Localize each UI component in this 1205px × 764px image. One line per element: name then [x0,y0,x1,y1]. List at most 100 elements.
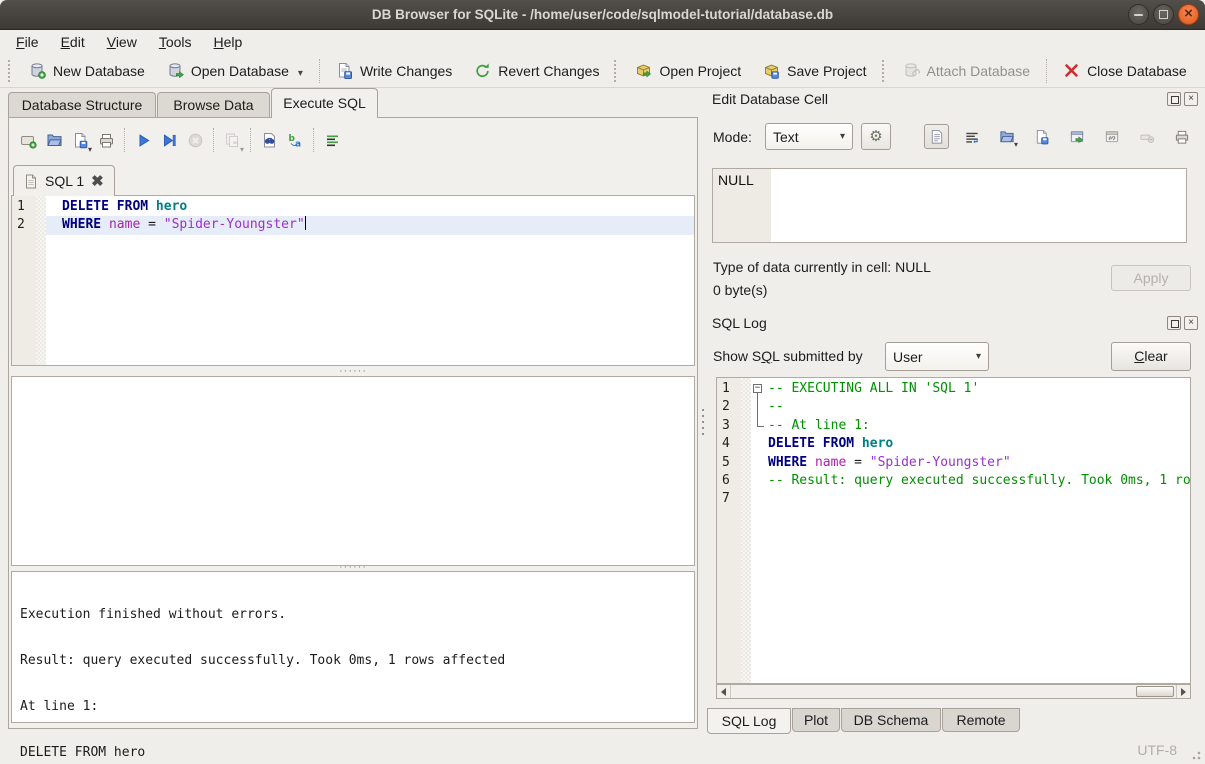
log-line: 6-- Result: query executed successfully.… [717,472,1190,490]
clear-log-button[interactable]: Clear [1111,342,1191,371]
float-panel-icon[interactable] [1167,316,1181,330]
project-open-icon [635,62,652,79]
fold-line [757,417,758,426]
cell-value-editor[interactable]: NULL [712,168,1187,243]
fold-cell [36,216,46,234]
dock-splitter[interactable] [700,117,706,729]
word-wrap-button[interactable] [319,126,345,154]
save-project-button[interactable]: Save Project [752,58,877,83]
sql-log-header-buttons: × [1167,316,1198,330]
editor-line-current[interactable]: 2WHERE name = "Spider-Youngster" [12,216,694,234]
code-token: "Spider-Youngster" [870,455,1011,470]
word-wrap-icon [324,132,341,149]
fold-collapse-icon[interactable]: − [753,384,762,393]
import-dropdown-icon[interactable]: ▾ [1014,140,1018,149]
log-line: 1−-- EXECUTING ALL IN 'SQL 1' [717,380,1190,398]
log-filter-label: Show SQL submitted by [713,348,863,364]
open-external-button[interactable] [1064,124,1089,149]
resize-grip-icon[interactable] [1190,749,1202,761]
editor-line[interactable]: 1 DELETE FROM hero [12,198,694,216]
close-database-label: Close Database [1087,63,1187,79]
code-text: DELETE FROM hero [46,198,694,216]
log-horizontal-scrollbar[interactable] [716,684,1191,699]
execute-all-button[interactable] [130,126,156,154]
new-tab-button[interactable] [15,126,41,154]
find-button[interactable] [256,126,282,154]
save-button[interactable] [1029,124,1054,149]
splitter-handle[interactable]: ······ [9,368,697,375]
set-null-icon [1139,129,1155,145]
text-document-button[interactable] [924,124,949,149]
save-results-button: ▾ [219,126,245,154]
import-button[interactable]: ▾ [994,124,1019,149]
line-number: 5 [717,454,741,472]
execute-line-button[interactable] [156,126,182,154]
scroll-right-icon[interactable] [1176,685,1190,698]
code-token: "Spider-Youngster" [164,217,305,232]
results-pane[interactable] [11,376,695,566]
toolbar-separator [250,128,251,152]
maximize-icon[interactable] [1153,4,1174,25]
toolbar-drag-handle[interactable] [614,60,620,82]
code-token: -- EXECUTING ALL IN 'SQL 1' [768,381,979,396]
code-token: name [815,455,846,470]
float-panel-icon[interactable] [1167,92,1181,106]
toolbar-separator [319,59,320,83]
dock-tab-remote[interactable]: Remote [942,708,1020,732]
line-number: 1 [12,198,36,216]
scrollbar-thumb[interactable] [1136,686,1174,697]
word-wrap-button[interactable] [959,124,984,149]
sql-editor[interactable]: 1 DELETE FROM hero 2WHERE name = "Spider-… [11,195,695,366]
titlebar[interactable]: DB Browser for SQLite - /home/user/code/… [0,0,1205,30]
new-database-button[interactable]: New Database [18,58,156,83]
close-tab-icon[interactable]: ✖ [91,174,104,189]
messages-pane[interactable]: Execution finished without errors. Resul… [11,571,695,723]
fold-column [751,398,766,416]
menu-file[interactable]: File [6,32,49,52]
dock-tab-sql-log[interactable]: SQL Log [707,708,791,734]
dock-tab-plot[interactable]: Plot [792,708,840,732]
tab-browse-data[interactable]: Browse Data [157,92,270,118]
minimize-icon[interactable] [1128,4,1149,25]
toolbar-drag-handle[interactable] [882,60,888,82]
close-database-button[interactable]: Close Database [1052,58,1198,83]
close-panel-icon[interactable]: × [1184,316,1198,330]
toolbar-drag-handle[interactable] [8,60,14,82]
menu-edit[interactable]: Edit [51,32,95,52]
tab-database-structure[interactable]: Database Structure [8,92,156,118]
code-text: DELETE FROM hero [766,435,1190,453]
print-button[interactable] [93,126,119,154]
splitter-handle[interactable]: ······ [9,564,697,571]
sql-tab-sql1[interactable]: SQL 1 ✖ [13,165,115,196]
tab-execute-sql[interactable]: Execute SQL [271,88,378,118]
open-sql-file-button[interactable] [41,126,67,154]
close-icon[interactable]: × [1178,4,1199,25]
close-panel-icon[interactable]: × [1184,92,1198,106]
attach-database-button: Attach Database [892,58,1042,83]
dock-tab-db-schema[interactable]: DB Schema [841,708,941,732]
open-database-button[interactable]: Open Database ▾ [156,58,314,83]
left-arrow-glyph [721,688,726,696]
encoding-indicator[interactable]: UTF-8 [1137,742,1177,758]
revert-changes-icon [474,62,491,79]
write-changes-button[interactable]: Write Changes [325,58,463,83]
link-button[interactable] [1099,124,1124,149]
mode-label: Mode: [713,129,752,145]
scroll-left-icon[interactable] [717,685,731,698]
mode-select[interactable]: Text ▾ [765,123,853,150]
print-cell-button[interactable] [1169,124,1194,149]
print-icon [98,132,115,149]
save-sql-dropdown-icon[interactable]: ▾ [88,145,92,154]
format-sql-button[interactable]: ba [282,126,308,154]
open-project-button[interactable]: Open Project [624,58,752,83]
log-filter-select[interactable]: User ▾ [885,342,989,371]
sql-log-viewer[interactable]: 1−-- EXECUTING ALL IN 'SQL 1' 2-- 3-- At… [716,377,1191,684]
menu-view[interactable]: View [97,32,147,52]
open-database-dropdown-icon[interactable]: ▾ [298,68,303,79]
apply-format-button[interactable]: ⚙ [861,123,891,150]
menu-tools[interactable]: Tools [149,32,202,52]
revert-changes-button[interactable]: Revert Changes [463,58,610,83]
save-sql-file-button[interactable]: ▾ [67,126,93,154]
log-line: 4DELETE FROM hero [717,435,1190,453]
menu-help[interactable]: Help [204,32,253,52]
